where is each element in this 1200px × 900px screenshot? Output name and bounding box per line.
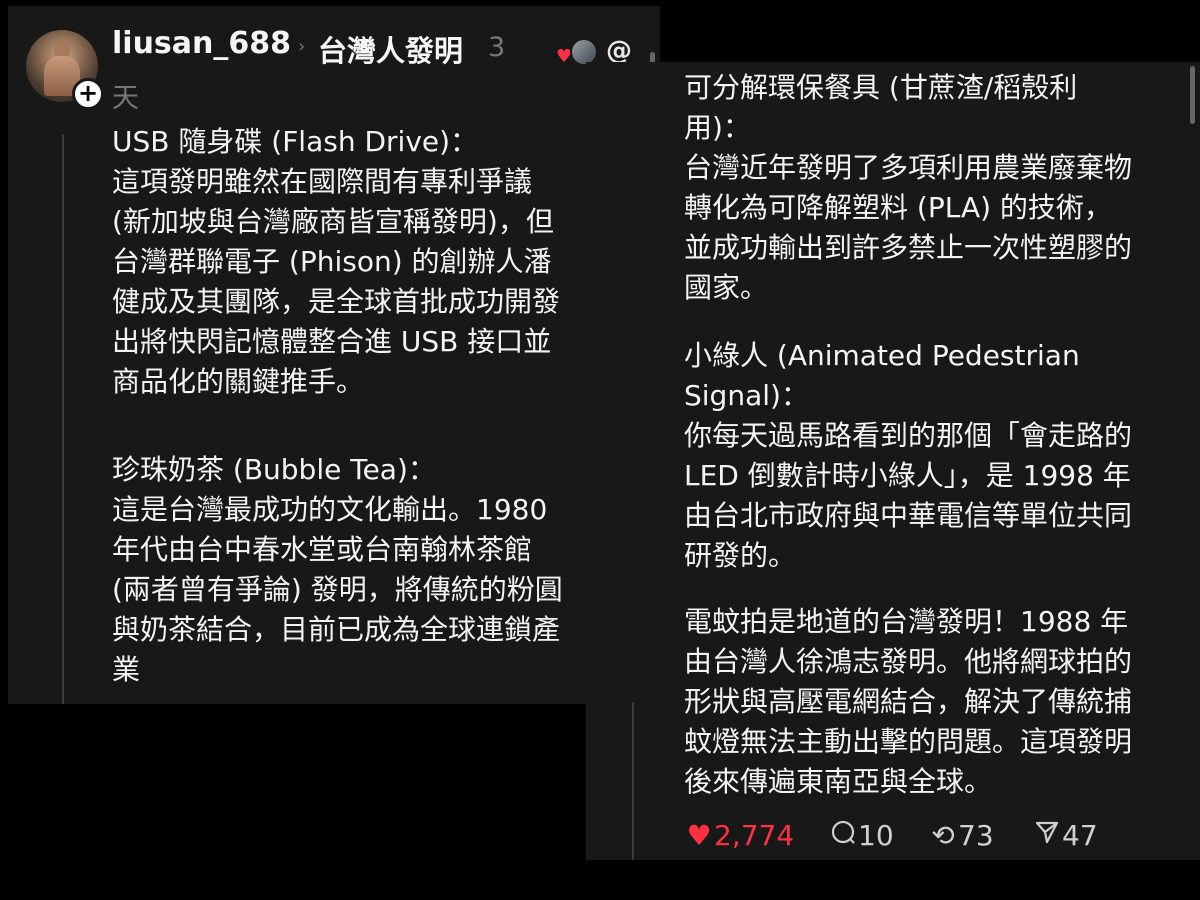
follow-plus-icon[interactable]: + [72,78,104,110]
like-count: 2,774 [714,819,795,852]
post-text-usb: USB 隨身碟 (Flash Drive)： 這項發明雖然在國際間有專利爭議 (… [112,125,561,398]
scrollbar[interactable] [1190,66,1195,124]
post-time-unit: 天 [112,83,139,114]
send-icon [1032,818,1062,854]
comment-button[interactable]: 10 [828,818,894,854]
repost-icon: ⟲ [931,819,955,852]
thread-line [62,134,64,704]
share-button[interactable]: 47 [1032,818,1098,854]
username-link[interactable]: liusan_688 [112,26,291,61]
thread-line [632,702,634,860]
repost-count: 73 [958,819,994,852]
comment-icon [828,818,858,854]
post-actions: ♥2,774 10 ⟲ 73 47 [684,818,1184,858]
repost-button[interactable]: ⟲ 73 [928,818,994,854]
post-screenshot-left: + liusan_688 › 台灣人發明 3 天 ♥ @ USB 隨身碟 (Fl… [8,6,660,704]
topic-tag-link[interactable]: 台灣人發明 [318,28,463,70]
post-text-pedestrian-signal: 小綠人 (Animated Pedestrian Signal)： 你每天過馬路… [684,339,1133,572]
share-count: 47 [1062,819,1098,852]
post-time-number: 3 [488,32,506,63]
like-button[interactable]: ♥2,774 [684,818,794,854]
post-text-bubble-tea: 珍珠奶茶 (Bubble Tea)： 這是台灣最成功的文化輸出。1980 年代由… [112,453,563,686]
chevron-right-icon: › [298,36,306,57]
post-text-mosquito-swatter: 電蚊拍是地道的台灣發明！1988 年 由台灣人徐鴻志發明。他將網球拍的 形狀與高… [684,605,1133,798]
comment-count: 10 [858,819,894,852]
post-text-tableware: 可分解環保餐具 (甘蔗渣/稻殼利 用)： 台灣近年發明了多項利用農業廢棄物 轉化… [684,71,1133,304]
heart-icon: ♥ [686,819,712,852]
post-screenshot-right: 可分解環保餐具 (甘蔗渣/稻殼利 用)： 台灣近年發明了多項利用農業廢棄物 轉化… [586,62,1200,860]
